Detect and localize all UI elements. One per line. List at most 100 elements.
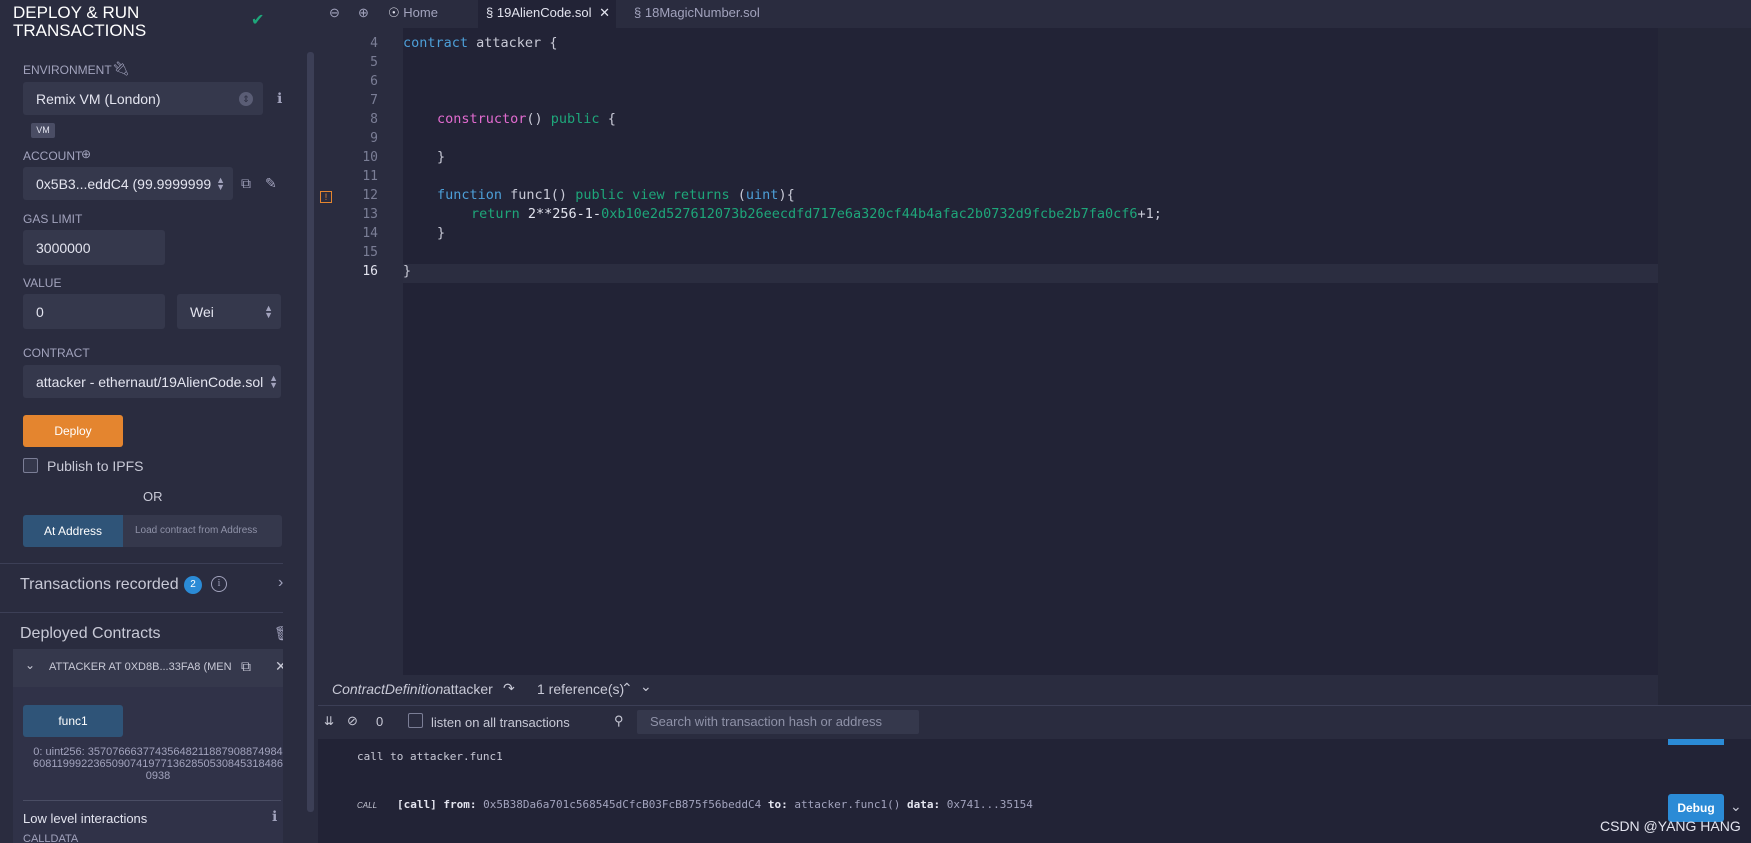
value-input[interactable]: 0	[23, 294, 165, 329]
check-icon: ✔	[251, 12, 265, 29]
keyword: constructor	[437, 111, 527, 127]
contract-instance-title: ATTACKER AT 0XD8B...33FA8 (MEN	[49, 661, 232, 673]
contract-value: attacker - ethernaut/19AlienCode.sol	[36, 373, 264, 390]
transactions-recorded-title[interactable]: Transactions recorded	[20, 576, 179, 594]
publish-ipfs-checkbox[interactable]	[23, 458, 38, 473]
select-arrow-icon: ▲ ▼	[269, 372, 278, 390]
tab-18magicnumber[interactable]: § 18MagicNumber.sol	[634, 0, 784, 28]
keyword: public	[550, 111, 600, 127]
copy-icon[interactable]: ⧉	[241, 658, 251, 675]
copy-icon[interactable]: ⧉	[241, 175, 251, 192]
account-value: 0x5B3...eddC4 (99.9999999	[36, 175, 212, 192]
divider	[23, 800, 281, 801]
line-number: 4	[370, 36, 378, 51]
minimap[interactable]	[1658, 28, 1751, 705]
reference-bar: ContractDefinition attacker ↷ 1 referenc…	[318, 675, 1658, 705]
call-log-line[interactable]: [call] from: 0x5B38Da6a701c568545dCfcB03…	[397, 798, 1033, 811]
environment-label: ENVIRONMENT	[23, 63, 112, 77]
or-label: OR	[143, 489, 163, 504]
line-number: 9	[370, 131, 378, 146]
identifier: attacker	[468, 35, 550, 51]
line-number: 11	[362, 169, 378, 184]
panel-scrollbar[interactable]	[307, 52, 314, 812]
panel-title: DEPLOY & RUN TRANSACTIONS	[13, 3, 147, 40]
ref-kind: ContractDefinition	[332, 681, 444, 697]
deploy-button[interactable]: Deploy	[23, 415, 123, 447]
data-label: data:	[907, 798, 941, 811]
watermark: CSDN @YANG HANG	[1600, 818, 1741, 834]
transactions-count-badge: 2	[184, 576, 202, 594]
line-number: 6	[370, 74, 378, 89]
code-editor[interactable]: contract attacker { constructor() public…	[403, 28, 1658, 705]
info-icon[interactable]: i	[211, 576, 227, 592]
line-number: 7	[370, 93, 378, 108]
code-line-13: return 2**256-1-0xb10e2d527612073b26eecd…	[471, 206, 1162, 222]
chevron-down-icon[interactable]: ⌄	[1730, 798, 1742, 815]
calldata-label: CALLDATA	[23, 833, 79, 843]
deployed-contracts-title: Deployed Contracts	[20, 625, 161, 642]
editor-tabs: ⊖ ⊕ ☉ Home § 19AlienCode.sol ✕ § 18Magic…	[318, 0, 1751, 28]
tab-home-label: Home	[403, 5, 438, 20]
edit-icon[interactable]: ✎	[265, 175, 277, 192]
trash-icon[interactable]: 🗑︎	[274, 625, 283, 642]
func1-button[interactable]: func1	[23, 705, 123, 737]
brace: {	[549, 35, 558, 51]
tab-19aliencode[interactable]: § 19AlienCode.sol ✕	[478, 0, 616, 28]
info-icon[interactable]: ℹ	[277, 90, 282, 107]
line-number: 13	[362, 207, 378, 222]
prev-debug-button[interactable]	[1668, 739, 1724, 745]
contract-label: CONTRACT	[23, 346, 90, 360]
info-icon[interactable]: ℹ	[272, 808, 277, 825]
plug-icon: 🔌︎	[112, 60, 130, 76]
environment-select[interactable]: Remix VM (London) ⇕	[23, 82, 263, 115]
listen-label: listen on all transactions	[431, 715, 570, 730]
line-number: 10	[362, 150, 378, 165]
from-label: from:	[443, 798, 477, 811]
close-icon[interactable]: ✕	[599, 5, 610, 20]
contract-select[interactable]: attacker - ethernaut/19AlienCode.sol ▲ ▼	[23, 365, 281, 398]
low-level-interactions-title: Low level interactions	[23, 811, 148, 826]
value-label: VALUE	[23, 276, 62, 290]
clear-icon[interactable]: ⊘	[347, 713, 358, 729]
expression: +1;	[1137, 206, 1162, 222]
punctuation: ()	[526, 111, 551, 127]
zoom-out-icon[interactable]: ⊖	[329, 0, 340, 28]
code-line-12: function func1() public view returns (ui…	[437, 187, 795, 203]
select-arrow-icon: ▲ ▼	[264, 302, 273, 320]
terminal-toolbar: ⇊ ⊘ 0 listen on all transactions ⚲	[318, 705, 1751, 739]
load-address-input[interactable]: Load contract from Address	[123, 515, 282, 547]
terminal-search-input[interactable]: Search with transaction hash or address	[637, 710, 919, 734]
ref-name: attacker	[443, 681, 493, 697]
zoom-in-icon[interactable]: ⊕	[358, 0, 369, 28]
line-gutter: 4 5 6 7 8 9 10 11 12 13 14 15 16	[318, 28, 403, 705]
line-number-current: 16	[362, 264, 378, 279]
chevron-down-icon[interactable]: ⌄	[25, 658, 35, 672]
code-line-4: contract attacker {	[403, 35, 557, 51]
punctuation: (	[729, 187, 746, 203]
type: uint	[745, 187, 779, 203]
chevron-up-icon[interactable]: ⌃	[621, 680, 633, 697]
func1-result: 0: uint256: 3570766637743564821188790887…	[32, 746, 283, 782]
keyword: return	[471, 206, 520, 222]
line-number: 14	[362, 226, 378, 241]
chevron-down-icon[interactable]: ⌄	[640, 678, 652, 695]
home-icon: ☉	[388, 5, 400, 20]
close-icon[interactable]: ✕	[275, 658, 283, 675]
hex-literal: 0xb10e2d527612073b26eecdfd717e6a320cf44b…	[601, 206, 1138, 222]
listen-checkbox[interactable]	[408, 713, 423, 728]
keyword: function	[437, 187, 503, 203]
at-address-button[interactable]: At Address	[23, 515, 123, 547]
keyword: contract	[403, 35, 469, 51]
deployed-contract-header[interactable]: ⌄ ATTACKER AT 0XD8B...33FA8 (MEN ⧉ ✕	[13, 649, 283, 687]
gas-limit-input[interactable]: 3000000	[23, 230, 165, 265]
account-select[interactable]: 0x5B3...eddC4 (99.9999999 ▲ ▼	[23, 167, 233, 200]
search-icon: ⚲	[614, 713, 624, 728]
goto-icon[interactable]: ↷	[503, 680, 515, 697]
warning-icon[interactable]: !	[320, 191, 332, 203]
collapse-icon[interactable]: ⇊	[324, 714, 334, 728]
value-unit-select[interactable]: Wei ▲ ▼	[177, 294, 281, 329]
tab-home[interactable]: ☉ Home	[388, 0, 468, 28]
keyword: returns	[672, 187, 730, 203]
call-tag: CALL	[357, 801, 378, 810]
add-account-icon[interactable]: ⊕	[81, 147, 91, 161]
